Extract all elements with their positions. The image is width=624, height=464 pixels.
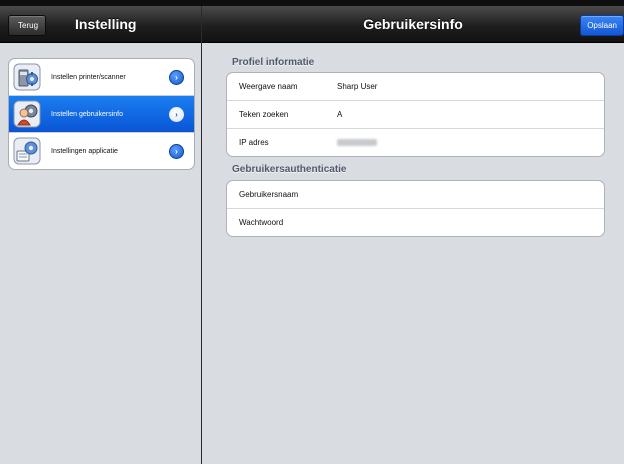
menu-item-label: Instellen gebruikersinfo [51, 110, 123, 118]
profile-group: Weergave naam Sharp User Teken zoeken A … [226, 72, 605, 157]
menu-item-user-info[interactable]: Instellen gebruikersinfo › [9, 96, 194, 133]
page-title: Gebruikersinfo [363, 16, 463, 32]
search-character-value[interactable]: A [337, 101, 342, 128]
disclosure-chevron-icon[interactable]: › [169, 106, 184, 122]
ip-address-row[interactable]: IP adres [227, 129, 604, 156]
right-navigation-bar: Gebruikersinfo Opslaan [202, 6, 624, 43]
app-settings-icon [13, 137, 41, 165]
username-row[interactable]: Gebruikersnaam [227, 181, 604, 209]
ip-address-value-redacted [337, 139, 377, 146]
row-label: Gebruikersnaam [239, 190, 299, 199]
display-name-row[interactable]: Weergave naam Sharp User [227, 73, 604, 101]
auth-section-title: Gebruikersauthenticatie [232, 164, 347, 175]
disclosure-chevron-icon[interactable]: › [169, 69, 184, 85]
menu-item-label: Instellingen applicatie [51, 147, 118, 155]
disclosure-chevron-icon[interactable]: › [169, 143, 184, 159]
user-settings-icon [13, 100, 41, 128]
row-label: Wachtwoord [239, 218, 284, 227]
auth-group: Gebruikersnaam Wachtwoord [226, 180, 605, 237]
settings-menu: Instellen printer/scanner › Instellen ge… [8, 58, 195, 170]
save-button[interactable]: Opslaan [580, 15, 624, 36]
settings-panel: Terug Instelling Instellen printer/scann… [0, 6, 201, 464]
printer-scanner-icon [13, 63, 41, 91]
back-button[interactable]: Terug [8, 15, 47, 36]
search-character-row[interactable]: Teken zoeken A [227, 101, 604, 129]
row-label: IP adres [239, 138, 269, 147]
menu-item-app-settings[interactable]: Instellingen applicatie › [9, 133, 194, 169]
password-row[interactable]: Wachtwoord [227, 209, 604, 236]
detail-panel: Gebruikersinfo Opslaan Profiel informati… [202, 6, 624, 464]
profile-section-title: Profiel informatie [232, 57, 315, 68]
menu-item-label: Instellen printer/scanner [51, 73, 126, 81]
row-label: Teken zoeken [239, 110, 289, 119]
row-label: Weergave naam [239, 82, 298, 91]
display-name-value[interactable]: Sharp User [337, 73, 377, 100]
left-title: Instelling [75, 16, 137, 32]
menu-item-printer-scanner[interactable]: Instellen printer/scanner › [9, 59, 194, 96]
left-navigation-bar: Terug Instelling [0, 6, 201, 43]
